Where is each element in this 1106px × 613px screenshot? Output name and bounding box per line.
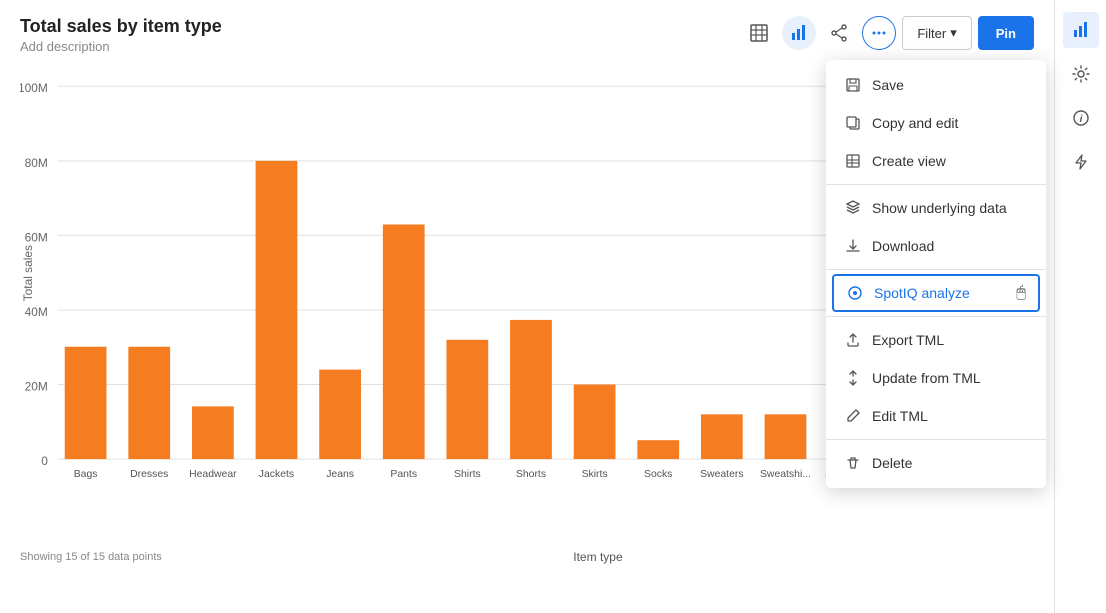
menu-item-edit-tml-label: Edit TML <box>872 408 928 424</box>
menu-item-create-view-label: Create view <box>872 153 946 169</box>
svg-text:Dresses: Dresses <box>130 469 168 480</box>
toolbar: Filter ▾ Pin <box>742 16 1034 50</box>
svg-text:Bags: Bags <box>74 469 98 480</box>
menu-item-copy-edit-label: Copy and edit <box>872 115 958 131</box>
menu-item-spotiq-label: SpotIQ analyze <box>874 285 970 301</box>
menu-item-delete-label: Delete <box>872 455 912 471</box>
chart-view-button[interactable] <box>782 16 816 50</box>
svg-text:Pants: Pants <box>390 469 417 480</box>
update-icon <box>844 369 862 387</box>
bar-headwear <box>192 406 234 459</box>
svg-text:Socks: Socks <box>644 469 672 480</box>
svg-text:Shirts: Shirts <box>454 469 481 480</box>
sidebar-info-button[interactable]: i <box>1063 100 1099 136</box>
filter-button[interactable]: Filter ▾ <box>902 16 971 50</box>
bar-shorts <box>510 320 552 459</box>
bar-sweaters <box>701 414 743 459</box>
svg-text:Total sales: Total sales <box>21 245 35 301</box>
svg-text:20M: 20M <box>25 379 48 393</box>
table-view-button[interactable] <box>742 16 776 50</box>
chart-subtitle[interactable]: Add description <box>20 39 222 54</box>
bar-skirts <box>574 385 616 460</box>
menu-separator-1 <box>826 184 1046 185</box>
menu-item-delete[interactable]: Delete <box>826 444 1046 482</box>
more-options-button[interactable] <box>862 16 896 50</box>
footer-data-points: Showing 15 of 15 data points <box>20 551 162 563</box>
chart-title: Total sales by item type <box>20 16 222 37</box>
svg-text:60M: 60M <box>25 230 48 244</box>
svg-text:Sweaters: Sweaters <box>700 469 743 480</box>
svg-text:0: 0 <box>41 454 48 468</box>
svg-text:100M: 100M <box>20 81 48 95</box>
bar-dresses <box>128 347 170 459</box>
bar-sweatshirts <box>765 414 807 459</box>
menu-separator-4 <box>826 439 1046 440</box>
svg-text:Sweatshi...: Sweatshi... <box>760 469 811 480</box>
trash-icon <box>844 454 862 472</box>
menu-separator-2 <box>826 269 1046 270</box>
svg-text:40M: 40M <box>25 305 48 319</box>
x-axis-label: Item type <box>573 550 622 564</box>
menu-item-export-tml[interactable]: Export TML <box>826 321 1046 359</box>
sidebar-lightning-button[interactable] <box>1063 144 1099 180</box>
menu-item-save[interactable]: Save <box>826 66 1046 104</box>
svg-text:Headwear: Headwear <box>189 469 237 480</box>
right-sidebar: i <box>1054 0 1106 613</box>
menu-item-spotiq[interactable]: SpotIQ analyze 🖱 <box>832 274 1040 312</box>
bar-shirts <box>446 340 488 459</box>
grid-icon <box>844 152 862 170</box>
export-icon <box>844 331 862 349</box>
menu-item-update-tml-label: Update from TML <box>872 370 981 386</box>
bar-bags <box>65 347 107 459</box>
chart-footer: Showing 15 of 15 data points Item type <box>20 550 1034 564</box>
menu-item-create-view[interactable]: Create view <box>826 142 1046 180</box>
menu-item-save-label: Save <box>872 77 904 93</box>
menu-item-show-data-label: Show underlying data <box>872 200 1007 216</box>
bar-jeans <box>319 370 361 459</box>
menu-separator-3 <box>826 316 1046 317</box>
menu-item-download-label: Download <box>872 238 934 254</box>
dropdown-menu: Save Copy and edit Create view Show unde… <box>826 60 1046 488</box>
pin-button[interactable]: Pin <box>978 16 1034 50</box>
download-icon <box>844 237 862 255</box>
bar-pants <box>383 224 425 459</box>
menu-item-update-tml[interactable]: Update from TML <box>826 359 1046 397</box>
svg-text:Skirts: Skirts <box>582 469 608 480</box>
bar-jackets <box>256 161 298 459</box>
svg-text:Jackets: Jackets <box>259 469 294 480</box>
menu-item-show-data[interactable]: Show underlying data <box>826 189 1046 227</box>
share-button[interactable] <box>822 16 856 50</box>
copy-icon <box>844 114 862 132</box>
spotiq-icon <box>846 284 864 302</box>
save-icon <box>844 76 862 94</box>
menu-item-export-tml-label: Export TML <box>872 332 944 348</box>
edit-icon <box>844 407 862 425</box>
layers-icon <box>844 199 862 217</box>
menu-item-download[interactable]: Download <box>826 227 1046 265</box>
sidebar-settings-button[interactable] <box>1063 56 1099 92</box>
bar-socks <box>637 440 679 459</box>
menu-item-copy-edit[interactable]: Copy and edit <box>826 104 1046 142</box>
svg-text:i: i <box>1079 114 1082 125</box>
cursor-icon: 🖱 <box>1016 284 1026 302</box>
sidebar-chart-button[interactable] <box>1063 12 1099 48</box>
svg-text:Jeans: Jeans <box>326 469 354 480</box>
menu-item-edit-tml[interactable]: Edit TML <box>826 397 1046 435</box>
svg-text:Shorts: Shorts <box>516 469 546 480</box>
svg-text:80M: 80M <box>25 156 48 170</box>
